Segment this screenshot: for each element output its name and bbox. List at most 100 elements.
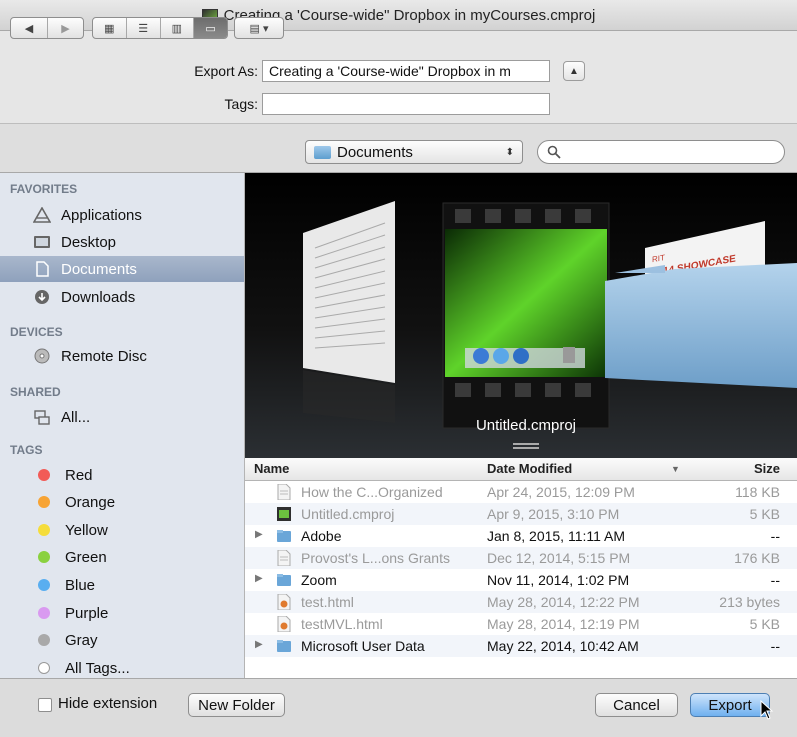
search-input[interactable] (537, 140, 785, 164)
sidebar-item-label: Downloads (61, 288, 136, 306)
sidebar-tag-gray[interactable]: Gray (0, 627, 244, 653)
mouse-cursor-icon (760, 700, 774, 720)
green-tag-icon (38, 551, 50, 563)
search-icon (547, 145, 561, 159)
tags-label: Tags: (224, 96, 258, 112)
orange-tag-icon (38, 496, 50, 508)
folder-icon (277, 530, 291, 542)
file-date: Jan 8, 2015, 11:11 AM (487, 528, 626, 544)
file-name: Provost's L...ons Grants (301, 550, 450, 566)
file-size: 213 bytes (719, 594, 780, 610)
forward-button[interactable]: ▶ (48, 18, 83, 38)
sidebar-item-applications[interactable]: Applications (0, 202, 244, 228)
sidebar-item-documents[interactable]: Documents (0, 256, 244, 282)
tags-field[interactable] (262, 93, 550, 115)
folder-preview (605, 263, 797, 388)
export-button[interactable]: Export (690, 693, 770, 717)
expand-collapse-button[interactable]: ▲ (563, 61, 585, 81)
file-size: -- (770, 638, 780, 654)
file-row[interactable]: ▶ Adobe Jan 8, 2015, 11:11 AM -- (245, 525, 797, 547)
downloads-icon (33, 289, 51, 305)
file-row[interactable]: testMVL.html May 28, 2014, 12:19 PM 5 KB (245, 613, 797, 635)
file-name: How the C...Organized (301, 484, 443, 500)
all-tags-icon (38, 662, 50, 674)
project-file-icon (277, 507, 291, 521)
sidebar-item-remote-disc[interactable]: Remote Disc (0, 343, 244, 369)
coverflow-view-button[interactable]: ▭ (194, 18, 227, 38)
sidebar-item-desktop[interactable]: Desktop (0, 229, 244, 255)
shared-header: SHARED (10, 385, 61, 399)
devices-header: DEVICES (10, 325, 63, 339)
disclosure-triangle-icon[interactable]: ▶ (255, 639, 263, 650)
file-size: -- (770, 572, 780, 588)
sidebar-item-label: Desktop (61, 233, 117, 251)
view-mode-control: ▦ ☰ ▥ ▭ (92, 17, 228, 39)
column-header-date[interactable]: Date Modified (487, 461, 572, 476)
export-as-label: Export As: (194, 63, 258, 79)
cancel-button[interactable]: Cancel (595, 693, 678, 717)
column-view-button[interactable]: ▥ (161, 18, 195, 38)
file-name: Untitled.cmproj (301, 506, 395, 522)
file-size: 5 KB (749, 616, 780, 632)
sidebar-tag-green[interactable]: Green (0, 544, 244, 570)
favorites-header: FAVORITES (10, 182, 78, 196)
file-row[interactable]: Provost's L...ons Grants Dec 12, 2014, 5:… (245, 547, 797, 569)
sidebar-item-label: Yellow (65, 521, 108, 539)
project-thumbnail (442, 202, 610, 429)
coverflow-preview[interactable]: RIT 2014 SHOWCASE Untitled.cmproj (245, 173, 797, 458)
arrange-menu[interactable]: ▤ ▾ (234, 17, 284, 39)
yellow-tag-icon (38, 524, 50, 536)
sidebar-item-label: Applications (61, 206, 142, 224)
sidebar-tag-orange[interactable]: Orange (0, 489, 244, 515)
column-header-size[interactable]: Size (754, 461, 780, 476)
file-date: Apr 24, 2015, 12:09 PM (487, 484, 635, 500)
sidebar-tag-yellow[interactable]: Yellow (0, 517, 244, 543)
export-as-field[interactable]: Creating a 'Course-wide" Dropbox in m (262, 60, 550, 82)
sidebar-tag-purple[interactable]: Purple (0, 600, 244, 626)
file-date: Dec 12, 2014, 5:15 PM (487, 550, 631, 566)
blue-tag-icon (38, 579, 50, 591)
file-list: How the C...Organized Apr 24, 2015, 12:09… (245, 481, 797, 678)
new-folder-button[interactable]: New Folder (188, 693, 285, 717)
file-row[interactable]: test.html May 28, 2014, 12:22 PM 213 bytes (245, 591, 797, 613)
desktop-icon (33, 234, 51, 250)
file-row[interactable]: How the C...Organized Apr 24, 2015, 12:09… (245, 481, 797, 503)
folder-icon (314, 145, 331, 159)
remote-disc-icon (33, 348, 51, 364)
hide-extension-label: Hide extension (58, 695, 158, 712)
sidebar-item-label: Documents (61, 260, 137, 278)
disclosure-triangle-icon[interactable]: ▶ (255, 573, 263, 584)
disclosure-triangle-icon[interactable]: ▶ (255, 529, 263, 540)
coverflow-caption: Untitled.cmproj (475, 417, 577, 434)
updown-chevron-icon: ⬍ (505, 146, 514, 158)
list-view-button[interactable]: ☰ (127, 18, 161, 38)
file-name: Zoom (301, 572, 337, 588)
sidebar-item-downloads[interactable]: Downloads (0, 284, 244, 310)
triangle-up-icon: ▲ (569, 65, 579, 77)
sidebar-item-label: Gray (65, 631, 98, 649)
back-button[interactable]: ◀ (11, 18, 48, 38)
sidebar-tag-blue[interactable]: Blue (0, 572, 244, 598)
file-size: -- (770, 528, 780, 544)
icon-view-button[interactable]: ▦ (93, 18, 127, 38)
purple-tag-icon (38, 607, 50, 619)
file-date: May 22, 2014, 10:42 AM (487, 638, 639, 654)
file-list-header: Name Date Modified ▼ Size (245, 458, 797, 481)
sidebar-tag-red[interactable]: Red (0, 462, 244, 488)
back-forward-control: ◀ ▶ (10, 17, 84, 39)
file-date: Nov 11, 2014, 1:02 PM (487, 572, 630, 588)
file-row[interactable]: ▶ Zoom Nov 11, 2014, 1:02 PM -- (245, 569, 797, 591)
coverflow-art: RIT 2014 SHOWCASE (303, 201, 797, 449)
html-file-icon (277, 594, 291, 610)
column-header-name[interactable]: Name (254, 461, 289, 476)
sort-descending-icon: ▼ (671, 464, 680, 474)
location-popup[interactable]: Documents ⬍ (305, 140, 523, 164)
file-row[interactable]: Untitled.cmproj Apr 9, 2015, 3:10 PM 5 KB (245, 503, 797, 525)
sidebar-item-label: Orange (65, 493, 116, 511)
hide-extension-checkbox[interactable] (38, 698, 52, 712)
sidebar-all-tags[interactable]: All Tags... (0, 655, 244, 678)
sidebar-item-all-shared[interactable]: All... (0, 404, 244, 430)
sidebar-item-label: Green (65, 548, 107, 566)
document-file-icon (277, 484, 291, 500)
file-row[interactable]: ▶ Microsoft User Data May 22, 2014, 10:42 … (245, 635, 797, 657)
